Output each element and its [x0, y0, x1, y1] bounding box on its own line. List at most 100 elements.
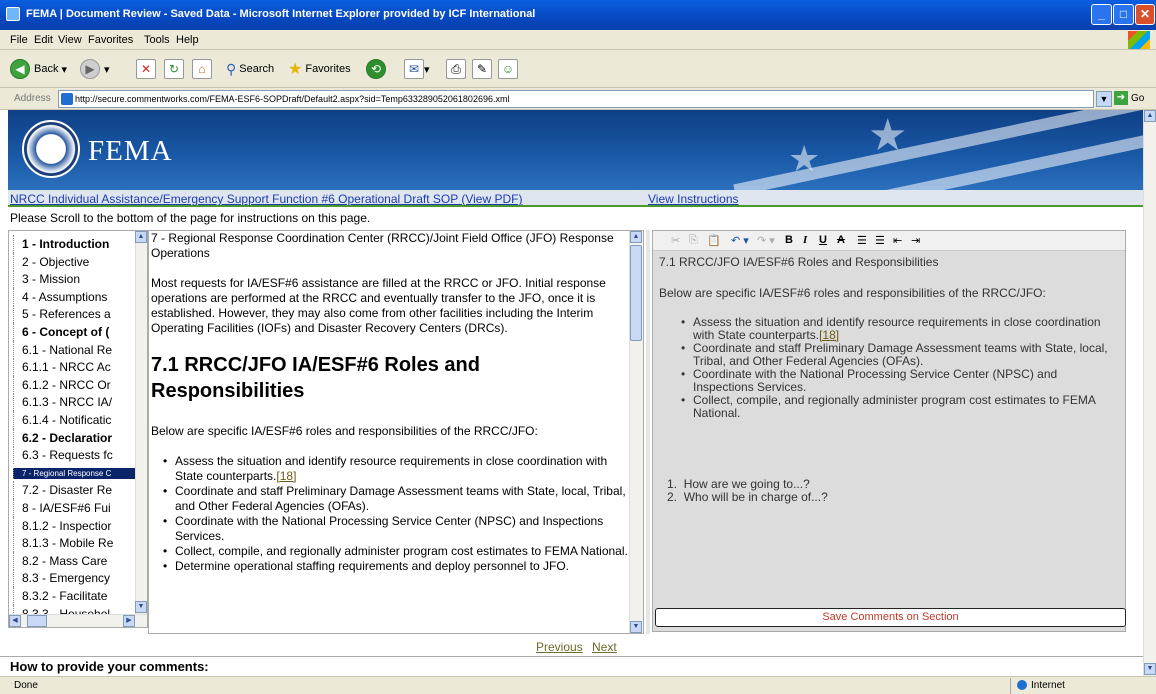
minimize-button[interactable]: _	[1091, 4, 1112, 25]
doc-bullet-text: Determine operational staffing requireme…	[175, 559, 570, 573]
document-text: 7 - Regional Response Coordination Cente…	[149, 231, 629, 574]
scroll-up-icon[interactable]: ▲	[135, 231, 147, 243]
bold-icon[interactable]: B	[785, 234, 793, 246]
doc-bullet-text: Collect, compile, and regionally adminis…	[175, 544, 628, 558]
edit-page-button[interactable]: ✎	[472, 57, 492, 81]
messenger-button[interactable]: ☺	[498, 57, 518, 81]
tree-item[interactable]: 6.1.1 - NRCC Ac	[13, 358, 138, 377]
editor-numbered-item: 2. Who will be in charge of...?	[667, 490, 828, 504]
tree-item[interactable]: 6.1.2 - NRCC Or	[13, 375, 138, 394]
forward-button[interactable]: ▶ ▾	[80, 57, 110, 81]
tree-horizontal-scrollbar[interactable]: ◀ ▶	[9, 614, 147, 627]
view-pdf-link[interactable]: NRCC Individual Assistance/Emergency Sup…	[10, 192, 522, 206]
globe-icon	[1017, 680, 1027, 691]
scroll-up-icon[interactable]: ▲	[630, 231, 642, 243]
scroll-note: Please Scroll to the bottom of the page …	[10, 211, 371, 225]
forward-arrow-icon: ▶	[80, 59, 100, 79]
tree-item[interactable]: 7 - Regional Response C	[13, 467, 138, 479]
stop-button[interactable]: ✕	[136, 57, 156, 81]
page-vertical-scrollbar[interactable]: ▲ ▼	[1143, 110, 1156, 676]
go-button[interactable]: ➔ Go	[1114, 91, 1152, 107]
tree-item[interactable]: 6.1 - National Re	[13, 340, 138, 359]
tree-item[interactable]: 6.1.4 - Notificatic	[13, 411, 138, 429]
home-button[interactable]: ⌂	[192, 57, 212, 81]
scroll-down-icon[interactable]: ▼	[630, 621, 642, 633]
scroll-thumb[interactable]	[27, 615, 47, 627]
indent-icon[interactable]: ⇥	[911, 234, 920, 247]
editor-body[interactable]: 7.1 RRCC/JFO IA/ESF#6 Roles and Responsi…	[653, 252, 1125, 632]
history-button[interactable]: ⟲	[366, 57, 390, 81]
scroll-thumb[interactable]	[630, 245, 642, 341]
address-dropdown-icon[interactable]: ▼	[1096, 91, 1112, 107]
tree-item[interactable]: 8 - IA/ESF#6 Fui	[13, 499, 138, 517]
previous-link[interactable]: Previous	[536, 640, 583, 654]
menu-view[interactable]: View	[58, 34, 82, 46]
copy-icon[interactable]: ⎘	[689, 234, 698, 247]
doc-bullet: Coordinate and staff Preliminary Damage …	[163, 484, 629, 514]
mail-button[interactable]: ✉ ▾	[404, 57, 430, 81]
tree-item[interactable]: 8.1.2 - Inspectior	[13, 516, 138, 535]
underline-icon[interactable]: U	[819, 234, 827, 246]
tree-item[interactable]: 7.2 - Disaster Re	[13, 481, 138, 500]
tree-item[interactable]: 4 - Assumptions	[13, 287, 138, 306]
tree-item[interactable]: 5 - References a	[13, 305, 138, 324]
scroll-down-icon[interactable]: ▼	[1144, 663, 1156, 675]
pane-splitter[interactable]	[646, 230, 650, 634]
scroll-up-icon[interactable]: ▲	[1144, 110, 1156, 122]
cut-icon[interactable]: ✂	[671, 234, 680, 247]
messenger-icon: ☺	[498, 59, 518, 79]
save-comments-button[interactable]: Save Comments on Section	[655, 608, 1126, 627]
menu-edit[interactable]: Edit	[34, 34, 53, 46]
editor-section-title: 7.1 RRCC/JFO IA/ESF#6 Roles and Responsi…	[659, 255, 939, 269]
tree-item[interactable]: 6 - Concept of (	[13, 323, 138, 341]
tree-item[interactable]: 8.1.3 - Mobile Re	[13, 534, 138, 553]
editor-toolbar: ✂ ⎘ 📋 ↶ ▾ ↷ ▾ B I U A ☰ ☰ ⇤ ⇥	[653, 231, 1125, 251]
favorites-button[interactable]: ★ Favorites	[288, 57, 351, 81]
menu-help[interactable]: Help	[176, 34, 199, 46]
tree-item[interactable]: 8.3 - Emergency	[13, 569, 138, 588]
address-label: Address	[14, 93, 51, 104]
tree-item[interactable]: 8.3.2 - Facilitate	[13, 587, 138, 605]
tree-item[interactable]: 2 - Objective	[13, 252, 138, 271]
scroll-down-icon[interactable]: ▼	[135, 601, 147, 613]
address-input[interactable]: http://secure.commentworks.com/FEMA-ESF6…	[58, 90, 1094, 108]
menu-tools[interactable]: Tools	[144, 34, 170, 46]
refresh-button[interactable]: ↻	[164, 57, 184, 81]
doc-vertical-scrollbar[interactable]: ▲ ▼	[629, 231, 643, 633]
view-instructions-link[interactable]: View Instructions	[648, 192, 739, 206]
undo-icon[interactable]: ↶ ▾	[731, 234, 749, 247]
bulleted-list-icon[interactable]: ☰	[875, 234, 885, 247]
numbered-list-icon[interactable]: ☰	[857, 234, 867, 247]
tree-item[interactable]: 8.2 - Mass Care	[13, 551, 138, 570]
close-button[interactable]: ✕	[1135, 4, 1155, 25]
tree-item[interactable]: 6.1.3 - NRCC IA/	[13, 393, 138, 412]
editor-numbered-text: Who will be in charge of...?	[683, 490, 828, 504]
comment-editor[interactable]: ✂ ⎘ 📋 ↶ ▾ ↷ ▾ B I U A ☰ ☰ ⇤ ⇥ 7.1 RRCC/J…	[652, 230, 1126, 632]
doc-bullet: Determine operational staffing requireme…	[163, 559, 629, 574]
strikethrough-icon[interactable]: A	[837, 234, 845, 246]
status-text: Done	[14, 680, 38, 691]
print-button[interactable]: ⎙	[446, 57, 466, 81]
scroll-right-icon[interactable]: ▶	[123, 615, 135, 627]
maximize-button[interactable]: □	[1113, 4, 1134, 25]
back-button[interactable]: ◀ Back ▾	[10, 57, 67, 81]
tree-item[interactable]: 6.2 - Declaratior	[13, 428, 138, 447]
tree-item[interactable]: 6.3 - Requests fc	[13, 446, 138, 465]
tree-item[interactable]: 1 - Introduction	[13, 235, 138, 253]
menu-favorites[interactable]: Favorites	[88, 34, 133, 46]
tree-item[interactable]: 3 - Mission	[13, 270, 138, 289]
redo-icon[interactable]: ↷ ▾	[757, 234, 775, 247]
fema-logo-text: FEMA	[88, 135, 173, 167]
outdent-icon[interactable]: ⇤	[893, 234, 902, 247]
search-button[interactable]: ⚲ Search	[226, 57, 274, 81]
scroll-left-icon[interactable]: ◀	[9, 615, 21, 627]
footnote-link[interactable]: [18]	[819, 328, 839, 342]
italic-icon[interactable]: I	[803, 234, 807, 246]
search-label: Search	[239, 63, 275, 75]
menu-file[interactable]: File	[10, 34, 28, 46]
tree-vertical-scrollbar[interactable]: ▲ ▼	[135, 231, 147, 615]
footnote-link[interactable]: [18]	[276, 469, 296, 483]
home-icon: ⌂	[192, 59, 212, 79]
paste-icon[interactable]: 📋	[707, 234, 721, 247]
next-link[interactable]: Next	[592, 640, 617, 654]
